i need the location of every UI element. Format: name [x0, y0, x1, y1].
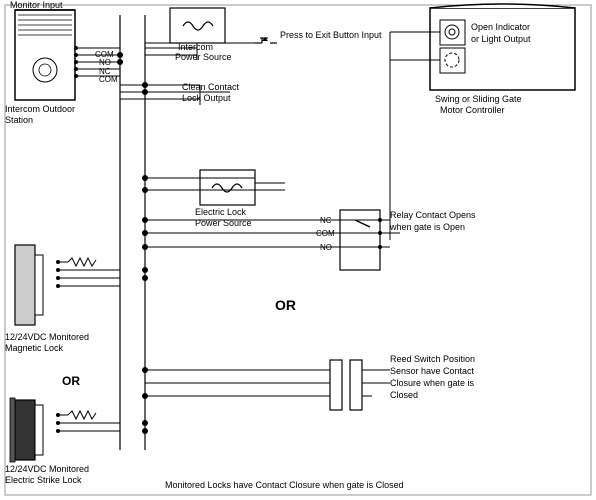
svg-text:Lock Output: Lock Output: [182, 93, 231, 103]
svg-text:when gate is Open: when gate is Open: [389, 222, 465, 232]
svg-text:OR: OR: [62, 374, 80, 388]
wiring-diagram: Monitor Input Intercom Outdoor Station I…: [0, 0, 596, 500]
svg-text:12/24VDC Monitored: 12/24VDC Monitored: [5, 464, 89, 474]
svg-text:Relay Contact Opens: Relay Contact Opens: [390, 210, 476, 220]
svg-text:Power Source: Power Source: [175, 52, 232, 62]
svg-text:Clean Contact: Clean Contact: [182, 82, 240, 92]
svg-text:Closed: Closed: [390, 390, 418, 400]
svg-text:Press to Exit Button Input: Press to Exit Button Input: [280, 30, 382, 40]
svg-text:Station: Station: [5, 115, 33, 125]
svg-text:Electric Strike Lock: Electric Strike Lock: [5, 475, 82, 485]
svg-text:Monitor Input: Monitor Input: [10, 0, 63, 10]
svg-text:12/24VDC Monitored: 12/24VDC Monitored: [5, 332, 89, 342]
svg-text:Electric Lock: Electric Lock: [195, 207, 247, 217]
svg-text:or Light Output: or Light Output: [471, 34, 531, 44]
svg-text:Monitored Locks have Contact C: Monitored Locks have Contact Closure whe…: [165, 480, 404, 490]
svg-text:OR: OR: [275, 297, 296, 313]
svg-text:Open Indicator: Open Indicator: [471, 22, 530, 32]
svg-text:COM: COM: [99, 75, 118, 84]
svg-text:Closure when gate is: Closure when gate is: [390, 378, 475, 388]
svg-text:Intercom Outdoor: Intercom Outdoor: [5, 104, 75, 114]
svg-text:Swing or Sliding Gate: Swing or Sliding Gate: [435, 94, 522, 104]
svg-text:Reed Switch Position: Reed Switch Position: [390, 354, 475, 364]
svg-text:Sensor have Contact: Sensor have Contact: [390, 366, 475, 376]
svg-text:NO: NO: [99, 58, 111, 67]
svg-text:Motor Controller: Motor Controller: [440, 105, 505, 115]
svg-text:Magnetic Lock: Magnetic Lock: [5, 343, 64, 353]
